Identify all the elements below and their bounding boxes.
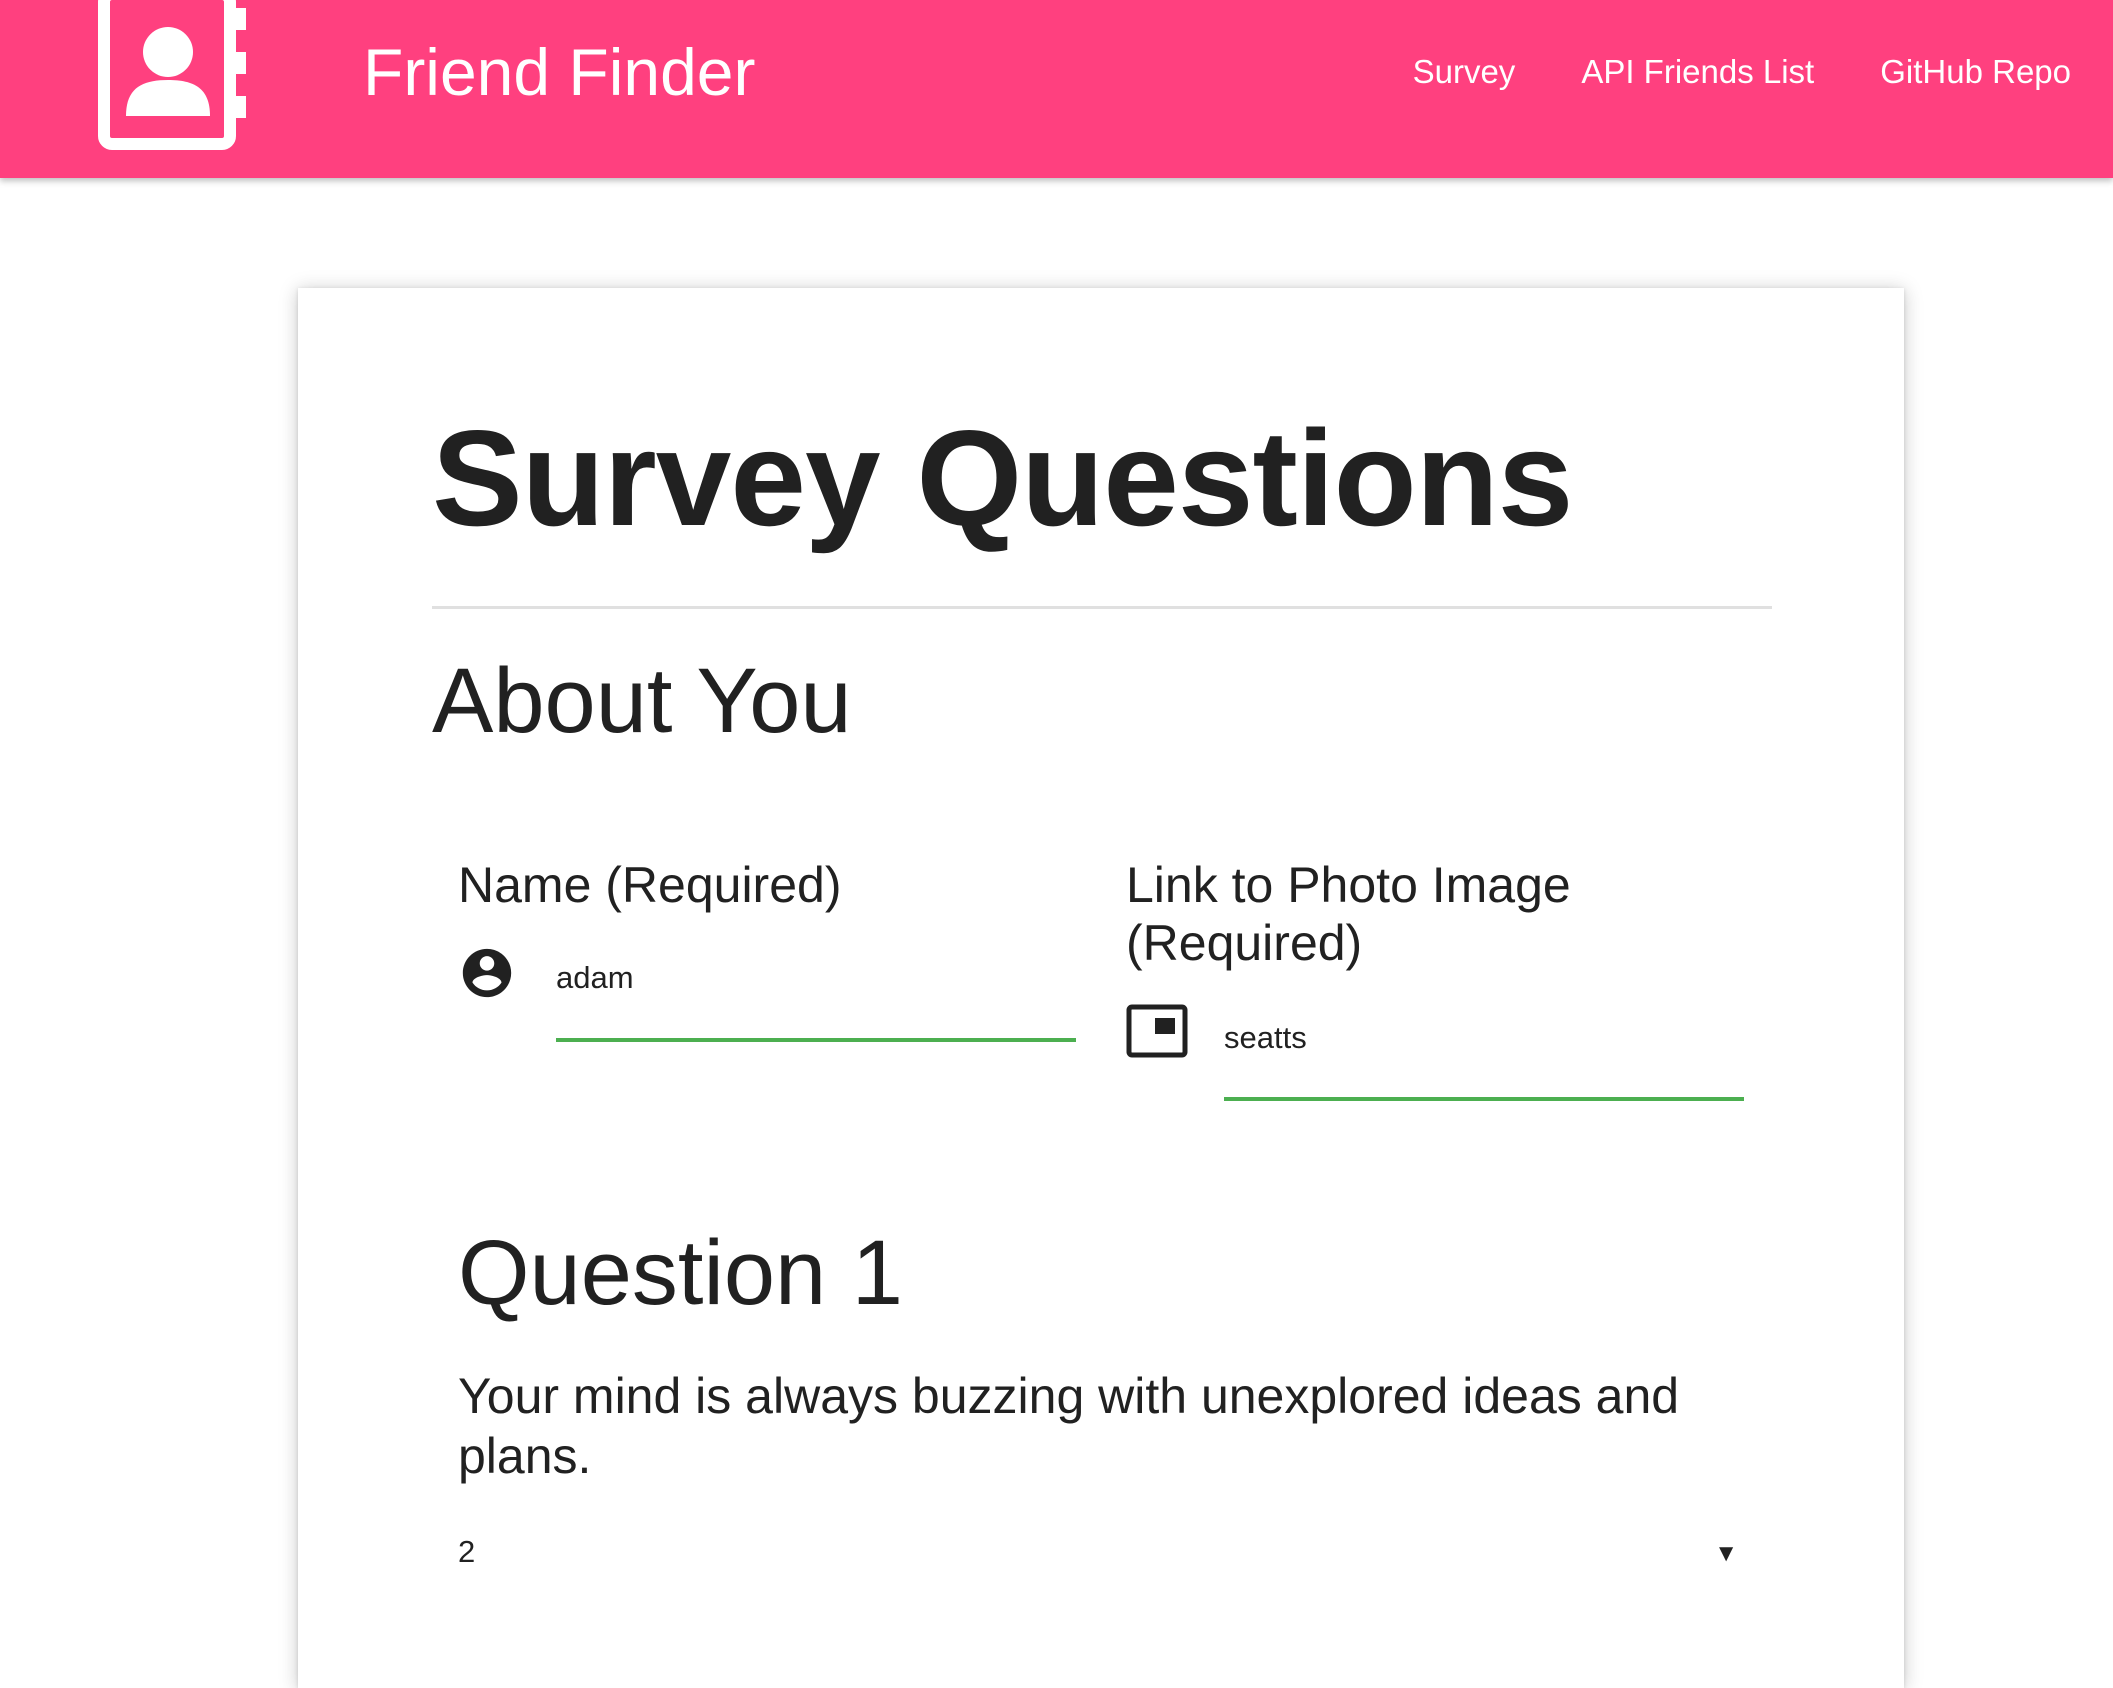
photo-link-input-underline <box>1224 1097 1744 1101</box>
question-text: Your mind is always buzzing with unexplo… <box>458 1368 1680 1484</box>
photo-field-label-line1: Link to Photo Image <box>1126 857 1571 913</box>
page-title: Survey Questions <box>432 402 1573 554</box>
picture-in-picture-icon <box>1126 1004 1188 1063</box>
select-value: 2 <box>458 1534 476 1569</box>
nav-link-github-repo[interactable]: GitHub Repo <box>1880 44 2071 100</box>
question-heading: Question 1 <box>458 1222 903 1324</box>
brand-title[interactable]: Friend Finder <box>363 22 756 122</box>
contact-book-icon[interactable] <box>98 0 254 156</box>
name-field-label: Name (Required) <box>458 857 842 913</box>
name-input-underline <box>556 1038 1076 1042</box>
photo-field-label: Link to Photo Image (Required) <box>1126 856 1686 972</box>
photo-field-label-line2: (Required) <box>1126 915 1363 971</box>
question-1-select[interactable]: 2 ▼ <box>458 1528 1738 1578</box>
survey-card: Survey Questions About You Name (Require… <box>298 288 1904 1688</box>
photo-link-input[interactable] <box>1224 1008 1744 1068</box>
caret-down-icon: ▼ <box>1714 1540 1738 1567</box>
account-circle-icon <box>458 944 516 1007</box>
nav-links: Survey API Friends List GitHub Repo <box>1413 44 2071 100</box>
nav-link-api-friends-list[interactable]: API Friends List <box>1581 44 1814 100</box>
title-divider <box>432 606 1772 609</box>
nav-link-survey[interactable]: Survey <box>1413 44 1516 100</box>
navbar: Friend Finder Survey API Friends List Gi… <box>0 0 2113 178</box>
section-heading-about-you: About You <box>432 650 852 752</box>
name-input[interactable] <box>556 948 1076 1008</box>
